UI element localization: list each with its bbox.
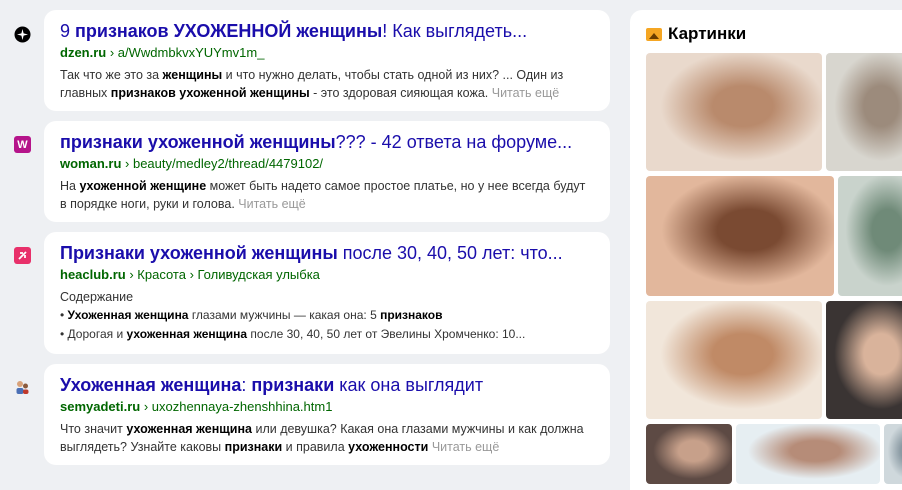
images-panel-title[interactable]: Картинки	[668, 24, 746, 44]
text-fragment: - это здоровая сияющая кожа.	[309, 86, 492, 100]
toc-item-text[interactable]: Ухоженная женщина глазами мужчины — кака…	[68, 308, 443, 322]
heaclub-icon	[14, 247, 31, 264]
text-fragment: признаки ухоженной женщины	[60, 132, 336, 152]
result-title[interactable]: признаки ухоженной женщины??? - 42 ответ…	[60, 131, 594, 154]
pictures-icon	[646, 27, 662, 41]
result-url[interactable]: semyadeti.ru › uxozhennaya-zhenshhina.ht…	[60, 398, 594, 416]
result-domain[interactable]: heaclub.ru	[60, 267, 126, 282]
text-fragment: ухоженная женщина	[126, 327, 248, 341]
toc-item[interactable]: • Дорогая и ухоженная женщина после 30, …	[60, 325, 594, 344]
read-more-link[interactable]: Читать ещё	[492, 86, 559, 100]
result-title[interactable]: 9 признаков УХОЖЕННОЙ женщины! Как выгля…	[60, 20, 594, 43]
image-thumbnail[interactable]	[884, 424, 902, 484]
text-fragment: Дорогая и	[67, 327, 127, 341]
woman-icon-letter: W	[17, 138, 28, 151]
text-fragment: Ухоженная женщина	[67, 308, 189, 322]
text-fragment: после 30, 40, 50 лет: что...	[337, 243, 563, 263]
images-panel: Картинки	[630, 10, 902, 490]
result-path: › beauty/medley2/thread/4479102/	[121, 156, 324, 171]
result-card: Ухоженная женщина: признаки как она выгл…	[44, 364, 610, 465]
result-title[interactable]: Ухоженная женщина: признаки как она выгл…	[60, 374, 594, 397]
text-fragment: женщины	[162, 68, 223, 82]
result-snippet: Что значит ухоженная женщина или девушка…	[60, 420, 594, 456]
image-thumbnail[interactable]	[826, 301, 902, 419]
toc-heading: Содержание	[60, 290, 134, 304]
woman-icon: W	[14, 136, 31, 153]
text-fragment: как она выглядит	[334, 375, 484, 395]
result-card: Признаки ухоженной женщины после 30, 40,…	[44, 232, 610, 354]
text-fragment: 9	[60, 21, 76, 41]
dzen-icon	[14, 26, 31, 43]
result-card: признаки ухоженной женщины??? - 42 ответ…	[44, 121, 610, 222]
image-thumbnail[interactable]	[646, 424, 732, 484]
text-fragment: признаков УХОЖЕННОЙ женщины	[75, 21, 383, 41]
text-fragment: ! Как выглядеть...	[382, 21, 528, 41]
image-thumbnail[interactable]	[646, 53, 822, 171]
toc-item[interactable]: • Ухоженная женщина глазами мужчины — ка…	[60, 306, 594, 325]
text-fragment: и правила	[282, 440, 349, 454]
text-fragment: Что значит	[60, 422, 127, 436]
snippet-text: На ухоженной женщине может быть надето с…	[60, 179, 585, 211]
text-fragment: Признаки ухоженной женщины	[60, 243, 338, 263]
images-panel-header[interactable]: Картинки	[646, 24, 746, 44]
text-fragment: признаки	[224, 440, 283, 454]
image-thumbnail[interactable]	[646, 176, 834, 296]
result-snippet: На ухоженной женщине может быть надето с…	[60, 177, 594, 213]
text-fragment: Ухоженная женщина	[60, 375, 242, 395]
result-title[interactable]: Признаки ухоженной женщины после 30, 40,…	[60, 242, 594, 265]
snippet-text: Что значит ухоженная женщина или девушка…	[60, 422, 584, 454]
text-fragment: признаки	[251, 375, 335, 395]
family-icon	[14, 379, 31, 396]
image-thumbnail[interactable]	[826, 53, 902, 171]
text-fragment: глазами мужчины — какая она: 5	[188, 308, 381, 322]
image-thumbnail[interactable]	[646, 301, 822, 419]
result-card: 9 признаков УХОЖЕННОЙ женщины! Как выгля…	[44, 10, 610, 111]
text-fragment: признаков ухоженной женщины	[110, 86, 310, 100]
text-fragment: На	[60, 179, 80, 193]
text-fragment: ухоженности	[348, 440, 429, 454]
search-results: 9 признаков УХОЖЕННОЙ женщины! Как выгля…	[0, 0, 620, 474]
snippet-text: Так что же это за женщины и что нужно де…	[60, 68, 563, 100]
text-fragment: после 30, 40, 50 лет от Эвелины Хромченк…	[247, 327, 526, 341]
result-snippet: Так что же это за женщины и что нужно де…	[60, 66, 594, 102]
result-url[interactable]: woman.ru › beauty/medley2/thread/4479102…	[60, 155, 594, 173]
result-url[interactable]: dzen.ru › a/WwdmbkvxYUYmv1m_	[60, 44, 594, 62]
result-domain[interactable]: semyadeti.ru	[60, 399, 140, 414]
result-path: › a/WwdmbkvxYUYmv1m_	[106, 45, 265, 60]
text-fragment: ухоженной женщине	[79, 179, 207, 193]
text-fragment: ??? - 42 ответа на форуме...	[335, 132, 573, 152]
result-url[interactable]: heaclub.ru › Красота › Голивудская улыбк…	[60, 266, 594, 284]
text-fragment: Так что же это за	[60, 68, 163, 82]
image-thumbnail[interactable]	[736, 424, 880, 484]
toc-item-text[interactable]: Дорогая и ухоженная женщина после 30, 40…	[68, 327, 526, 341]
image-thumbnail[interactable]	[838, 176, 902, 296]
result-path: › uxozhennaya-zhenshhina.htm1	[140, 399, 333, 414]
result-path: › Красота › Голивудская улыбка	[125, 267, 320, 282]
result-domain[interactable]: dzen.ru	[60, 45, 106, 60]
result-domain[interactable]: woman.ru	[60, 156, 121, 171]
read-more-link[interactable]: Читать ещё	[432, 440, 499, 454]
read-more-link[interactable]: Читать ещё	[238, 197, 305, 211]
text-fragment: признаков	[380, 308, 443, 322]
text-fragment: :	[241, 375, 252, 395]
text-fragment: ухоженная женщина	[126, 422, 252, 436]
